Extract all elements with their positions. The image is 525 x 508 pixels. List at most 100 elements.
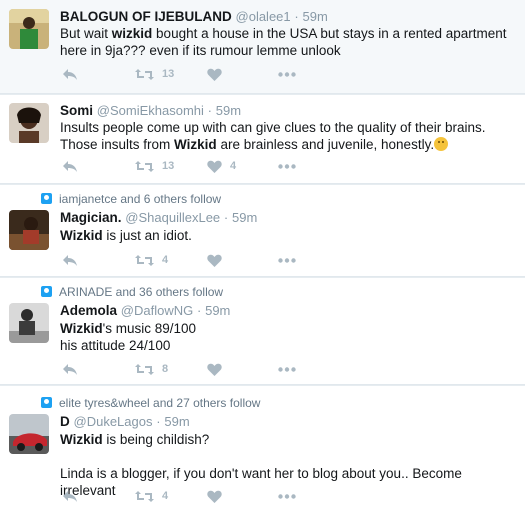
username[interactable]: @olalee1 [236, 9, 291, 24]
more-icon [278, 366, 296, 372]
tweet-header: BALOGUN OF IJEBULAND @olalee1 · 59m [60, 9, 328, 24]
display-name[interactable]: Somi [60, 103, 93, 118]
tweet-text: Wizkid is just an idiot. [60, 228, 192, 243]
separator: · [156, 414, 161, 429]
reply-button[interactable] [62, 66, 78, 82]
heart-icon [207, 254, 222, 267]
heart-icon [207, 490, 222, 503]
username[interactable]: @SomiEkhasomhi [97, 103, 204, 118]
tweet-text: Insults people come up with can give clu… [60, 120, 486, 152]
reply-icon [62, 159, 78, 173]
more-icon [278, 163, 296, 169]
retweet-count: 13 [162, 160, 175, 172]
like-count: 4 [230, 160, 237, 172]
retweet-button[interactable]: 4 [135, 252, 168, 268]
username[interactable]: @DukeLagos [74, 414, 153, 429]
follow-context[interactable]: ARINADE and 36 others follow [41, 285, 223, 299]
username[interactable]: @ShaquillexLee [125, 210, 220, 225]
reply-icon [62, 489, 78, 503]
more-icon [278, 71, 296, 77]
follow-context-text: iamjanetce and 6 others follow [59, 192, 222, 206]
display-name[interactable]: Magician. [60, 210, 122, 225]
retweet-button[interactable]: 8 [135, 361, 168, 377]
tweet[interactable]: elite tyres&wheel and 27 others follow D… [0, 386, 525, 508]
tweet-text: But wait wizkid bought a house in the US… [60, 26, 507, 58]
tweet-header: Ademola @DaflowNG · 59m [60, 303, 230, 318]
timestamp[interactable]: 59m [216, 103, 241, 118]
follow-context[interactable]: iamjanetce and 6 others follow [41, 192, 221, 206]
timestamp[interactable]: 59m [303, 9, 328, 24]
tweet-actions: 8 [62, 361, 302, 377]
like-button[interactable] [207, 252, 222, 268]
follow-context-text: ARINADE and 36 others follow [59, 285, 224, 299]
tweet-actions: 4 [62, 252, 302, 268]
heart-icon [207, 160, 222, 173]
retweet-count: 4 [162, 490, 169, 502]
follow-context-icon [41, 397, 52, 408]
more-button[interactable] [278, 361, 296, 377]
tweet-actions: 13 [62, 66, 302, 82]
retweet-button[interactable]: 13 [135, 158, 174, 174]
avatar[interactable] [9, 210, 49, 250]
tweet-header: Magician. @ShaquillexLee · 59m [60, 210, 257, 225]
reply-button[interactable] [62, 252, 78, 268]
tweet-header: D @DukeLagos · 59m [60, 414, 190, 429]
timestamp[interactable]: 59m [205, 303, 230, 318]
more-icon [278, 257, 296, 263]
retweet-button[interactable]: 13 [135, 66, 174, 82]
display-name[interactable]: BALOGUN OF IJEBULAND [60, 9, 232, 24]
reply-icon [62, 253, 78, 267]
reply-button[interactable] [62, 361, 78, 377]
more-button[interactable] [278, 158, 296, 174]
retweet-icon [135, 160, 154, 173]
retweet-button[interactable]: 4 [135, 488, 168, 504]
avatar[interactable] [9, 9, 49, 49]
retweet-count: 13 [162, 68, 175, 80]
tweet[interactable]: Somi @SomiEkhasomhi · 59m Insults people… [0, 95, 525, 184]
follow-context-text: elite tyres&wheel and 27 others follow [59, 396, 261, 410]
follow-context-icon [41, 193, 52, 204]
display-name[interactable]: Ademola [60, 303, 117, 318]
avatar[interactable] [9, 303, 49, 343]
timestamp[interactable]: 59m [164, 414, 189, 429]
more-button[interactable] [278, 252, 296, 268]
separator: · [294, 9, 299, 24]
tweet-text: Wizkid's music 89/100 his attitude 24/100 [60, 321, 197, 353]
more-button[interactable] [278, 488, 296, 504]
avatar[interactable] [9, 414, 49, 454]
tweet-feed: BALOGUN OF IJEBULAND @olalee1 · 59m But … [0, 0, 525, 508]
reply-icon [62, 67, 78, 81]
retweet-icon [135, 490, 154, 503]
separator: · [223, 210, 229, 225]
reply-button[interactable] [62, 488, 78, 504]
display-name[interactable]: D [60, 414, 70, 429]
retweet-icon [135, 254, 154, 267]
retweet-icon [135, 68, 154, 81]
retweet-count: 8 [162, 363, 169, 375]
tweet[interactable]: ARINADE and 36 others follow Ademola @Da… [0, 278, 525, 385]
reply-icon [62, 362, 78, 376]
tweet-header: Somi @SomiEkhasomhi · 59m [60, 103, 241, 118]
like-button[interactable]: 4 [207, 158, 236, 174]
follow-context[interactable]: elite tyres&wheel and 27 others follow [41, 396, 260, 410]
heart-icon [207, 68, 222, 81]
avatar[interactable] [9, 103, 49, 143]
retweet-icon [135, 363, 154, 376]
username[interactable]: @DaflowNG [121, 303, 193, 318]
timestamp[interactable]: 59m [232, 210, 257, 225]
separator: · [196, 303, 202, 318]
heart-icon [207, 363, 222, 376]
like-button[interactable] [207, 66, 230, 82]
more-icon [278, 493, 296, 499]
tweet[interactable]: iamjanetce and 6 others follow Magician.… [0, 185, 525, 277]
reply-button[interactable] [62, 158, 78, 174]
like-button[interactable] [207, 361, 222, 377]
like-button[interactable] [207, 488, 222, 504]
tweet[interactable]: BALOGUN OF IJEBULAND @olalee1 · 59m But … [0, 0, 525, 94]
confused-face-emoji [434, 137, 449, 151]
tweet-actions: 13 4 [62, 158, 302, 174]
more-button[interactable] [278, 66, 296, 82]
separator: · [207, 103, 213, 118]
tweet-actions: 4 [62, 488, 302, 504]
follow-context-icon [41, 286, 52, 297]
